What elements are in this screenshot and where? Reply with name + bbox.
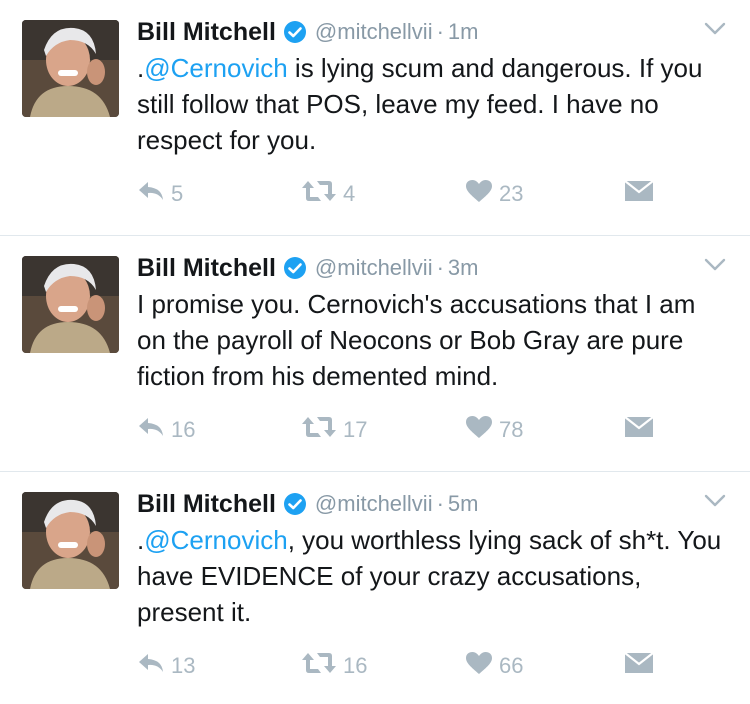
like-count: 23	[499, 181, 524, 206]
heart-icon	[465, 415, 493, 445]
like-button[interactable]: 23	[465, 176, 523, 212]
reply-count: 16	[171, 417, 196, 442]
envelope-icon	[624, 651, 654, 681]
tweet-actions: 13 16 66	[137, 648, 657, 684]
tweet-header: Bill Mitchell @mitchellvii · 3m	[137, 250, 730, 286]
tweet-actions: 16 17 78	[137, 412, 657, 448]
tweet[interactable]: Bill Mitchell @mitchellvii · 5m .@Cernov…	[0, 472, 750, 704]
retweet-button[interactable]: 16	[301, 648, 367, 684]
reply-count: 13	[171, 653, 196, 678]
user-handle[interactable]: @mitchellvii	[315, 255, 433, 281]
heart-icon	[465, 651, 493, 681]
retweet-icon	[301, 651, 337, 681]
timestamp[interactable]: 1m	[448, 19, 479, 45]
like-count: 66	[499, 653, 524, 678]
retweet-count: 4	[343, 181, 356, 206]
tweet-header: Bill Mitchell @mitchellvii · 1m	[137, 14, 730, 50]
avatar[interactable]	[22, 492, 119, 589]
user-handle[interactable]: @mitchellvii	[315, 19, 433, 45]
verified-badge-icon	[283, 492, 307, 516]
reply-button[interactable]: 5	[137, 176, 183, 212]
retweet-count: 17	[343, 417, 368, 442]
user-handle[interactable]: @mitchellvii	[315, 491, 433, 517]
separator-dot: ·	[436, 491, 444, 516]
reply-icon	[137, 652, 165, 680]
tweet-actions: 5 4 23	[137, 176, 657, 212]
display-name[interactable]: Bill Mitchell	[137, 18, 276, 47]
reply-icon	[137, 416, 165, 444]
tweet-text-prefix: I promise you. Cernovich's accusations t…	[137, 289, 696, 391]
chevron-down-icon[interactable]	[704, 22, 726, 41]
tweet-feed: Bill Mitchell @mitchellvii · 1m .@Cernov…	[0, 0, 750, 704]
direct-message-button[interactable]	[624, 176, 654, 212]
reply-button[interactable]: 13	[137, 648, 195, 684]
mention-link[interactable]: @Cernovich	[144, 53, 287, 83]
tweet-text: .@Cernovich, you worthless lying sack of…	[137, 522, 724, 630]
direct-message-button[interactable]	[624, 412, 654, 448]
retweet-icon	[301, 415, 337, 445]
timestamp[interactable]: 5m	[448, 491, 479, 517]
display-name[interactable]: Bill Mitchell	[137, 254, 276, 283]
reply-button[interactable]: 16	[137, 412, 195, 448]
mention-link[interactable]: @Cernovich	[144, 525, 287, 555]
direct-message-button[interactable]	[624, 648, 654, 684]
display-name[interactable]: Bill Mitchell	[137, 490, 276, 519]
separator-dot: ·	[436, 19, 444, 44]
tweet-text: .@Cernovich is lying scum and dangerous.…	[137, 50, 724, 158]
tweet[interactable]: Bill Mitchell @mitchellvii · 1m .@Cernov…	[0, 0, 750, 236]
envelope-icon	[624, 415, 654, 445]
like-button[interactable]: 66	[465, 648, 523, 684]
tweet[interactable]: Bill Mitchell @mitchellvii · 3m I promis…	[0, 236, 750, 472]
avatar[interactable]	[22, 20, 119, 117]
separator-dot: ·	[436, 255, 444, 280]
retweet-icon	[301, 179, 337, 209]
verified-badge-icon	[283, 20, 307, 44]
heart-icon	[465, 179, 493, 209]
verified-badge-icon	[283, 256, 307, 280]
chevron-down-icon[interactable]	[704, 258, 726, 277]
tweet-text: I promise you. Cernovich's accusations t…	[137, 286, 724, 394]
avatar[interactable]	[22, 256, 119, 353]
retweet-button[interactable]: 17	[301, 412, 367, 448]
like-count: 78	[499, 417, 524, 442]
timestamp[interactable]: 3m	[448, 255, 479, 281]
envelope-icon	[624, 179, 654, 209]
like-button[interactable]: 78	[465, 412, 523, 448]
reply-count: 5	[171, 181, 184, 206]
tweet-header: Bill Mitchell @mitchellvii · 5m	[137, 486, 730, 522]
retweet-button[interactable]: 4	[301, 176, 355, 212]
reply-icon	[137, 180, 165, 208]
retweet-count: 16	[343, 653, 368, 678]
chevron-down-icon[interactable]	[704, 494, 726, 513]
